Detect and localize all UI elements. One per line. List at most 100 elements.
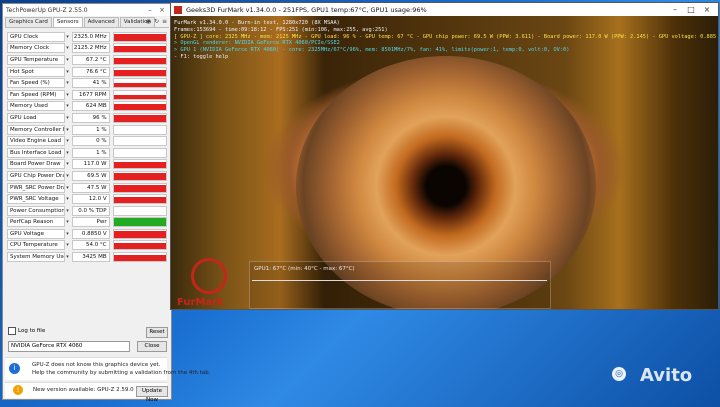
sensor-value: 54.0 °C: [71, 240, 110, 251]
sensor-value: 0.8850 V: [71, 228, 110, 239]
gpuz-tools: ◉ ↻ ≡: [146, 18, 167, 25]
temperature-graph-line: [252, 280, 547, 281]
gpuz-titlebar[interactable]: TechPowerUp GPU-Z 2.55.0 – ×: [3, 4, 171, 16]
sensor-row: Board Power Draw ▾ 117.0 W: [7, 159, 167, 171]
sensor-dropdown-icon[interactable]: ▾: [66, 80, 71, 86]
sensor-dropdown-icon[interactable]: ▾: [66, 57, 71, 63]
sensor-graph-fill: [113, 69, 166, 76]
tab-advanced[interactable]: Advanced: [83, 17, 119, 27]
sensor-label: PWR_SRC Power Draw: [7, 182, 66, 193]
sensor-label: System Memory Used: [7, 252, 66, 263]
sensor-dropdown-icon[interactable]: ▾: [66, 69, 71, 75]
sensor-graph-fill: [113, 173, 166, 180]
sensor-dropdown-icon[interactable]: ▾: [66, 103, 71, 109]
sensor-value: 624 MB: [71, 101, 110, 112]
tray-app-icon[interactable]: ◎: [612, 367, 626, 381]
close-icon[interactable]: ×: [156, 6, 168, 14]
sensor-graph: [112, 101, 167, 112]
sensor-value: 47.5 W: [71, 182, 110, 193]
sensor-dropdown-icon[interactable]: ▾: [66, 242, 71, 248]
sensor-graph: [112, 159, 167, 170]
furmark-titlebar[interactable]: Geeks3D FurMark v1.34.0.0 - 251FPS, GPU1…: [171, 3, 718, 16]
sensor-dropdown-icon[interactable]: ▾: [66, 127, 71, 133]
sensor-label: Power Consumption (%): [7, 205, 66, 216]
update-now-button[interactable]: Update Now: [136, 386, 168, 403]
sensor-value: 1 %: [71, 124, 110, 135]
sensor-graph: [112, 43, 167, 54]
log-to-file-checkbox[interactable]: [8, 327, 16, 335]
sensor-graph: [112, 252, 167, 263]
sensor-value: 0 %: [71, 136, 110, 147]
sensor-label: GPU Voltage: [7, 228, 66, 239]
gpu-select-dropdown[interactable]: NVIDIA GeForce RTX 4060: [8, 341, 130, 352]
reset-button[interactable]: Reset: [146, 327, 168, 338]
sensor-row: PerfCap Reason ▾ Pwr: [7, 217, 167, 229]
minimize-icon[interactable]: –: [667, 5, 683, 14]
sensor-label: CPU Temperature: [7, 240, 66, 251]
osd-line: > GPU 1 (NVIDIA GeForce RTX 4060) - core…: [174, 47, 570, 54]
sensor-dropdown-icon[interactable]: ▾: [66, 208, 71, 214]
tab-sensors[interactable]: Sensors: [52, 17, 83, 27]
menu-icon[interactable]: ≡: [162, 18, 167, 25]
sensor-dropdown-icon[interactable]: ▾: [66, 138, 71, 144]
sensor-value: 1677 RPM: [71, 89, 110, 100]
sensor-dropdown-icon[interactable]: ▾: [66, 92, 71, 98]
notice-line-2: Help the community by submitting a valid…: [32, 370, 211, 376]
furmark-window: Geeks3D FurMark v1.34.0.0 - 251FPS, GPU1…: [170, 2, 719, 310]
camera-icon[interactable]: ◉: [146, 18, 151, 25]
sensor-list: GPU Clock ▾ 2325.0 MHz Memory Clock ▾ 2125.2 …: [7, 31, 167, 263]
sensor-graph: [112, 240, 167, 251]
sensor-row: Video Engine Load ▾ 0 %: [7, 135, 167, 147]
sensor-dropdown-icon[interactable]: ▾: [66, 161, 71, 167]
tab-graphics-card[interactable]: Graphics Card: [5, 17, 52, 27]
sensor-value: 41 %: [71, 78, 110, 89]
sensor-label: GPU Load: [7, 112, 66, 123]
sensor-dropdown-icon[interactable]: ▾: [66, 34, 71, 40]
sensor-graph: [112, 78, 167, 89]
close-icon[interactable]: ×: [699, 5, 715, 14]
sensor-dropdown-icon[interactable]: ▾: [66, 219, 71, 225]
sensor-dropdown-icon[interactable]: ▾: [66, 185, 71, 191]
furmark-app-icon: [174, 5, 182, 14]
warning-icon: !: [13, 385, 23, 395]
sensor-label: Hot Spot: [7, 66, 66, 77]
osd-line: - F1: toggle help: [174, 53, 229, 60]
sensor-label: PWR_SRC Voltage: [7, 194, 66, 205]
sensor-graph-fill: [113, 103, 166, 111]
sensor-dropdown-icon[interactable]: ▾: [66, 196, 71, 202]
minimize-icon[interactable]: –: [144, 6, 156, 14]
sensor-row: GPU Load ▾ 96 %: [7, 112, 167, 124]
sensor-graph: [112, 54, 167, 65]
sensor-dropdown-icon[interactable]: ▾: [66, 254, 71, 260]
furmark-logo: FurMark: [177, 258, 243, 308]
sensor-row: GPU Voltage ▾ 0.8850 V: [7, 228, 167, 240]
validation-notice: i GPU-Z does not know this graphics devi…: [5, 357, 211, 380]
close-button[interactable]: Close: [137, 341, 167, 352]
log-to-file-row: Log to file: [8, 327, 45, 335]
temperature-graph-label: GPU1: 67°C (min: 40°C - max: 67°C): [254, 266, 355, 272]
sensor-dropdown-icon[interactable]: ▾: [66, 231, 71, 237]
sensor-label: Memory Clock: [7, 43, 66, 54]
sensor-row: Power Consumption (%)▾0.0 % TDP: [7, 205, 167, 217]
gpuz-tabs: Graphics Card Sensors Advanced Validatio…: [5, 17, 169, 28]
sensor-row: PWR_SRC Voltage ▾ 12.0 V: [7, 193, 167, 205]
refresh-icon[interactable]: ↻: [154, 18, 159, 25]
sensor-dropdown-icon[interactable]: ▾: [66, 45, 71, 51]
maximize-icon[interactable]: □: [683, 5, 699, 14]
sensor-dropdown-icon[interactable]: ▾: [66, 173, 71, 179]
sensor-graph-fill: [113, 115, 166, 122]
sensor-label: GPU Clock: [7, 31, 66, 42]
sensor-dropdown-icon[interactable]: ▾: [66, 115, 71, 121]
sensor-row: Hot Spot ▾ 76.6 °C: [7, 66, 167, 78]
sensor-row: PWR_SRC Power Draw ▾ 47.5 W: [7, 182, 167, 194]
sensor-value: 2125.2 MHz: [71, 43, 110, 54]
system-tray: ◎: [612, 367, 626, 381]
log-to-file-label: Log to file: [18, 328, 46, 334]
sensor-row: Memory Clock ▾ 2125.2 MHz: [7, 43, 167, 55]
sensor-label: Memory Used: [7, 101, 66, 112]
watermark: Avito: [640, 365, 693, 386]
sensor-graph: [112, 31, 167, 42]
sensor-graph: [112, 205, 167, 216]
sensor-dropdown-icon[interactable]: ▾: [66, 150, 71, 156]
sensor-label: Fan Speed (RPM): [7, 89, 66, 100]
